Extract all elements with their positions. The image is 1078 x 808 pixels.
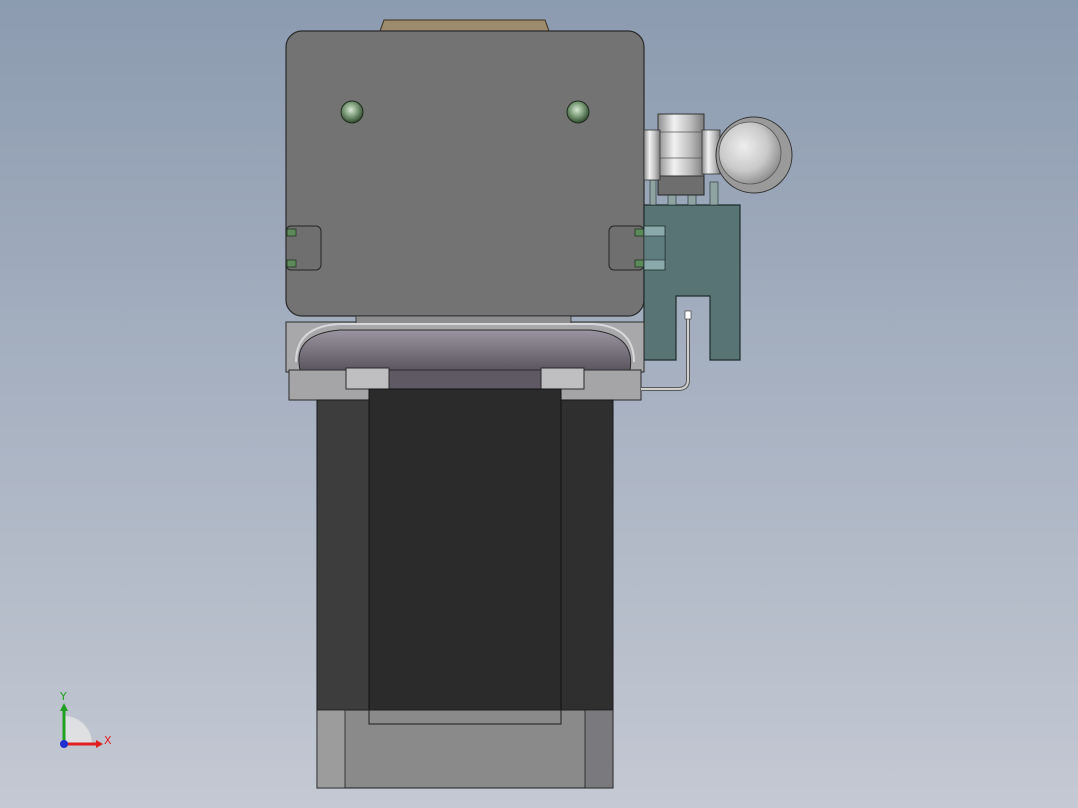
fitting-leg-4 [709, 181, 719, 206]
mount-plate-strip [355, 315, 572, 325]
fitting-base [657, 174, 705, 196]
slot-insert-right-bottom [634, 259, 645, 268]
slot-insert-right-top [634, 228, 645, 237]
top-belt-tab [379, 19, 550, 32]
bracket-window-inner [643, 235, 666, 261]
stepper-motor-center-face [368, 388, 562, 725]
stepper-motor-right-face [560, 399, 614, 711]
triad-x-label: X [104, 734, 112, 747]
fitting-connector [643, 129, 661, 181]
motor-end-cap-left [316, 709, 346, 789]
sensor-pin [684, 310, 692, 320]
mount-clamp-right [540, 367, 585, 390]
motor-end-cap [316, 709, 614, 789]
triad-y-label: Y [59, 690, 67, 703]
fitting-nut[interactable] [657, 113, 705, 177]
fitting-leg-1 [649, 179, 657, 206]
housing-screw-right [566, 100, 590, 124]
filament-tube-end-inner [718, 121, 782, 185]
mount-clamp-left [345, 367, 390, 390]
housing-screw-left [340, 100, 364, 124]
extruder-housing[interactable] [285, 30, 645, 317]
slot-insert-left-bottom [286, 259, 297, 268]
stepper-motor-left-face [316, 399, 370, 711]
idler-tray [298, 329, 632, 371]
cad-viewport[interactable]: X Y [0, 0, 1078, 808]
triad-z-axis [60, 740, 68, 748]
motor-end-cap-right [584, 709, 614, 789]
mount-center-block [388, 369, 542, 391]
model-canvas[interactable]: X Y [0, 0, 1078, 808]
slot-insert-left-top [286, 228, 297, 237]
